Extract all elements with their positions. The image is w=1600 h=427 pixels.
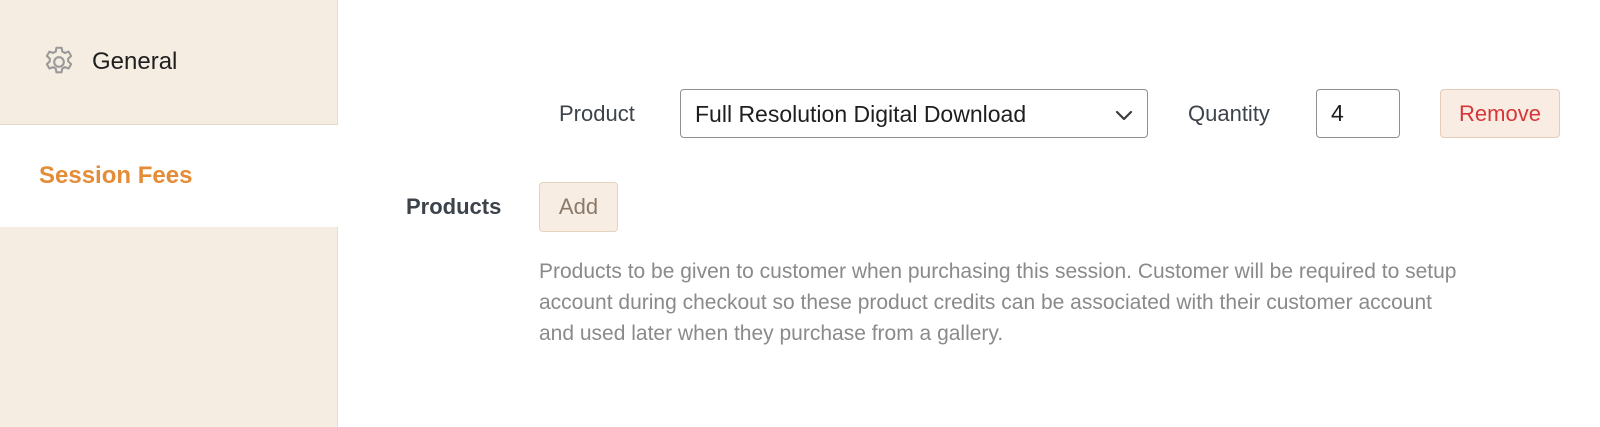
quantity-input[interactable] [1316,89,1400,138]
product-select[interactable]: Full Resolution Digital Download [680,89,1148,138]
remove-button[interactable]: Remove [1440,89,1560,138]
description-line: account during checkout so these product… [539,291,1432,314]
product-label: Product [559,101,635,126]
description-line: Products to be given to customer when pu… [539,260,1457,283]
gear-icon [41,44,77,80]
quantity-label: Quantity [1188,101,1270,126]
chevron-down-icon [1113,104,1135,126]
sidebar: General Session Fees [0,0,338,427]
sidebar-item-label: General [92,48,178,75]
sidebar-item-general[interactable]: General [0,0,337,125]
description-line: and used later when they purchase from a… [539,322,1004,345]
sidebar-item-session-fees[interactable]: Session Fees [0,125,338,227]
sidebar-item-label: Session Fees [39,162,193,189]
products-description: Products to be given to customer when pu… [539,256,1579,349]
products-field-label: Products [406,194,502,219]
product-select-value: Full Resolution Digital Download [695,101,1027,127]
add-product-button[interactable]: Add [539,182,618,232]
